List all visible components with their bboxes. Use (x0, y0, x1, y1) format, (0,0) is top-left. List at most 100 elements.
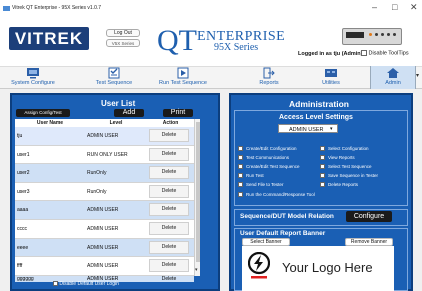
window-title: Vitrek QT Enterprise - 95X Series v1.0.7 (12, 5, 102, 11)
permission-test-communications[interactable]: Test Communications (238, 155, 289, 161)
user-name-cell: tju (17, 133, 23, 139)
permission-select-test-sequence[interactable]: Select Test Sequence (320, 164, 371, 170)
user-table-scrollbar[interactable]: ▾ (194, 119, 200, 276)
permission-checkbox[interactable] (320, 155, 325, 161)
permission-send-file-to-tester[interactable]: Send File to Tester (238, 182, 284, 188)
permission-create-edit-test-sequence[interactable]: Create/Edit Test Sequence (238, 164, 300, 170)
title-bar: Vitrek QT Enterprise - 95X Series v1.0.7… (0, 0, 422, 18)
chevron-down-icon: ▾ (330, 126, 333, 132)
delete-user-button[interactable]: Delete (149, 222, 189, 235)
user-level-cell: ADMIN USER (87, 226, 119, 232)
tab-label: Utilities (322, 80, 340, 86)
column-header-level[interactable]: Level (85, 119, 147, 127)
user-level-cell: RunOnly (87, 188, 107, 195)
permission-checkbox[interactable] (238, 146, 243, 152)
system-configure-icon (27, 68, 39, 79)
series-select-button[interactable]: V5X Series (106, 39, 140, 47)
home-icon (387, 68, 399, 78)
permission-label: Send File to Tester (246, 182, 284, 187)
tab-run-test-sequence[interactable]: Run Test Sequence (146, 66, 220, 89)
permission-create-edit-configuration[interactable]: Create/Edit Configuration (238, 146, 297, 152)
table-row[interactable]: eeee ADMIN USER Delete (15, 238, 194, 258)
tab-reports[interactable]: Reports (246, 66, 292, 89)
disable-default-login-label: Disable Default User Login (59, 281, 119, 287)
tab-scroll-arrow-icon[interactable]: ▾ (416, 72, 419, 79)
utilities-icon (325, 69, 337, 77)
user-name-cell: gggggg (17, 276, 34, 282)
column-header-user-name[interactable]: User Name (15, 119, 85, 127)
access-level-title: Access Level Settings (279, 114, 353, 121)
column-header-action[interactable]: Action (147, 119, 194, 127)
delete-user-button[interactable]: Delete (149, 129, 189, 142)
tab-label: System Configure (11, 80, 55, 86)
table-row[interactable]: ffff ADMIN USER Delete (15, 257, 194, 276)
user-level-cell: ADMIN USER (87, 207, 119, 214)
permission-checkbox[interactable] (238, 173, 243, 179)
permission-label: Save Sequence in Tester (328, 173, 378, 178)
disable-tooltips-checkbox[interactable] (361, 50, 367, 56)
disable-default-login-checkbox[interactable] (53, 281, 58, 287)
permission-label: Select Configuration (328, 146, 369, 151)
permission-run-test[interactable]: Run Test (238, 173, 264, 179)
tab-test-sequence[interactable]: Test Sequence (86, 66, 142, 89)
table-row[interactable]: user1 RUN ONLY USER Delete (15, 146, 194, 165)
run-test-sequence-icon (177, 67, 189, 79)
permission-checkbox[interactable] (238, 192, 243, 198)
permission-checkbox[interactable] (238, 182, 243, 188)
permission-label: Delete Reports (328, 182, 359, 187)
permission-checkbox[interactable] (320, 164, 325, 170)
disable-tooltips-toggle[interactable]: Disable ToolTips (361, 50, 409, 56)
select-banner-button[interactable]: Select Banner (242, 238, 290, 246)
test-sequence-icon (108, 67, 120, 79)
access-level-dropdown[interactable]: ADMIN USER ▾ (278, 124, 338, 133)
table-row[interactable]: user2 RunOnly Delete (15, 164, 194, 183)
delete-user-button[interactable]: Delete (149, 276, 189, 282)
administration-title: Administration (289, 99, 349, 109)
table-row[interactable]: user3 RunOnly Delete (15, 183, 194, 202)
close-button[interactable]: ✕ (410, 2, 418, 13)
permission-checkbox[interactable] (320, 173, 325, 179)
delete-user-button[interactable]: Delete (149, 147, 189, 161)
print-button[interactable]: Print (163, 109, 193, 117)
permission-run-command-response-tool[interactable]: Run the Command/Response Tool (238, 192, 315, 198)
user-name-cell: aaaa (17, 207, 29, 214)
permission-checkbox[interactable] (320, 146, 325, 152)
report-banner-title: User Default Report Banner (240, 230, 326, 237)
table-row[interactable]: tju ADMIN USER Delete (15, 127, 194, 146)
logout-button[interactable]: Log Out (106, 29, 140, 37)
scrollbar-thumb[interactable] (196, 122, 200, 262)
delete-user-button[interactable]: Delete (149, 240, 189, 254)
delete-user-button[interactable]: Delete (149, 203, 189, 217)
delete-user-button[interactable]: Delete (149, 166, 189, 180)
delete-user-button[interactable]: Delete (149, 259, 189, 273)
user-level-cell: ADMIN USER (87, 244, 119, 251)
user-name-cell: user2 (17, 170, 30, 177)
disable-default-login-toggle[interactable]: Disable Default User Login (53, 281, 119, 287)
banner-logo-text: Your Logo Here (282, 260, 373, 275)
user-list-title: User List (101, 99, 136, 108)
tab-admin[interactable]: Admin (370, 66, 416, 89)
maximize-button[interactable]: □ (392, 2, 397, 12)
assign-config-button[interactable]: Assign Config/Test Sequence (16, 109, 70, 123)
add-user-button[interactable]: Add (114, 109, 144, 117)
minimize-button[interactable]: – (372, 2, 377, 12)
configure-button[interactable]: Configure (346, 211, 392, 222)
user-level-cell: ADMIN USER (87, 133, 119, 139)
delete-user-button[interactable]: Delete (149, 184, 189, 198)
permission-select-configuration[interactable]: Select Configuration (320, 146, 369, 152)
tab-utilities[interactable]: Utilities (308, 66, 354, 89)
permission-label: Create/Edit Test Sequence (246, 164, 300, 169)
permission-checkbox[interactable] (238, 164, 243, 170)
table-row[interactable]: aaaa ADMIN USER Delete (15, 201, 194, 220)
permission-view-reports[interactable]: View Reports (320, 155, 355, 161)
scroll-down-arrow-icon[interactable]: ▾ (195, 267, 198, 273)
permission-checkbox[interactable] (238, 155, 243, 161)
tab-system-configure[interactable]: System Configure (5, 66, 61, 89)
tab-label: Reports (259, 80, 279, 86)
permission-delete-reports[interactable]: Delete Reports (320, 182, 359, 188)
table-row[interactable]: cccc ADMIN USER Delete (15, 220, 194, 239)
permission-save-sequence-in-tester[interactable]: Save Sequence in Tester (320, 173, 378, 179)
remove-banner-button[interactable]: Remove Banner (345, 238, 393, 246)
permission-checkbox[interactable] (320, 182, 325, 188)
tester-device-icon (342, 28, 402, 45)
